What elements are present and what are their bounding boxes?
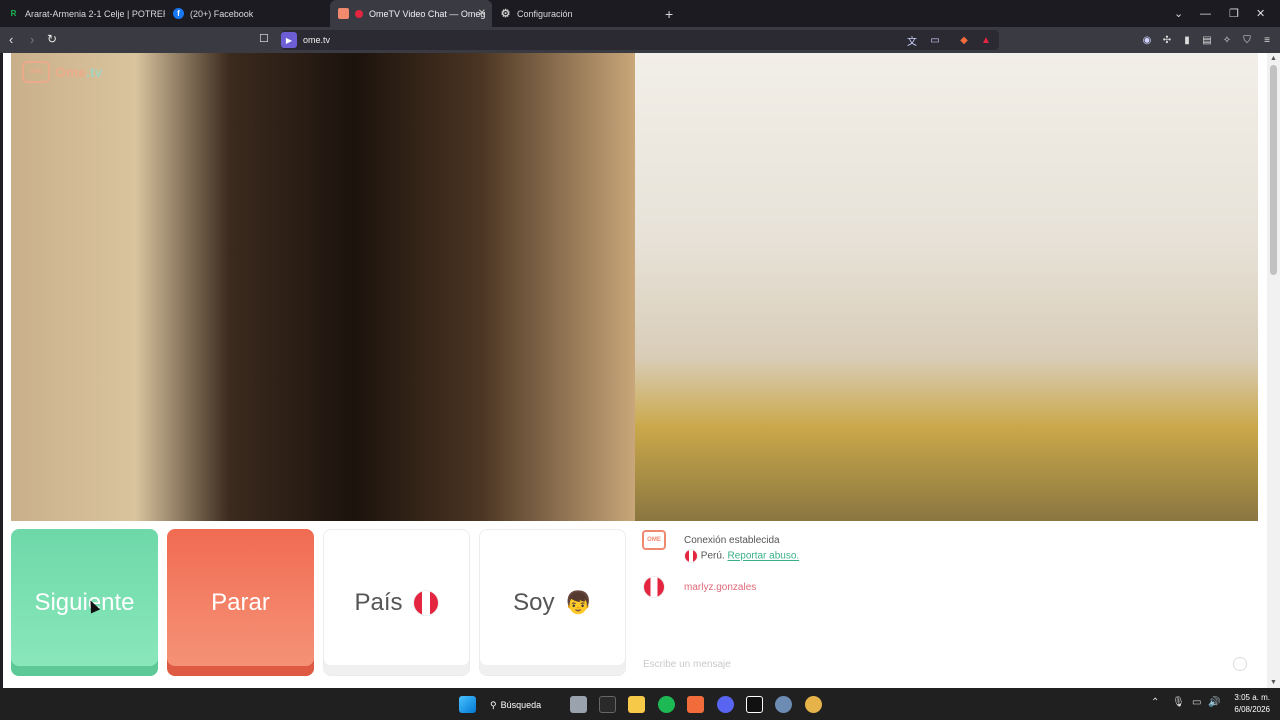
boy-emoji-icon: 👦	[564, 589, 592, 615]
windows-start-icon[interactable]	[459, 696, 476, 713]
address-bar: ‹ › ↻ ☐ ▶ ome.tv	[0, 27, 1280, 53]
tab-settings[interactable]: ⚙ Configuración	[492, 0, 657, 27]
peru-flag-icon	[412, 589, 439, 616]
forward-icon[interactable]: ›	[30, 32, 34, 47]
back-icon[interactable]: ‹	[9, 32, 13, 47]
app-icon[interactable]	[599, 696, 616, 713]
maximize-icon[interactable]: ❐	[1229, 0, 1239, 27]
chat-panel: OME Conexión establecida Perú. Reportar …	[635, 521, 1258, 677]
gear-icon: ⚙	[500, 8, 511, 20]
tab-title: Ararat-Armenia 2-1 Celje | POTRERO	[25, 8, 165, 19]
brave-icon[interactable]	[687, 696, 704, 713]
tray-chevron-icon[interactable]: ⌃	[1151, 697, 1159, 708]
stop-button[interactable]: Parar	[167, 529, 314, 676]
settings-icon[interactable]	[775, 696, 792, 713]
stranger-username: marlyz.gonzales	[684, 582, 757, 593]
tab-facebook[interactable]: f (20+) Facebook	[165, 0, 330, 27]
facebook-icon: f	[173, 8, 184, 19]
potrero-icon: R	[10, 9, 17, 18]
minimize-icon[interactable]: —	[1200, 0, 1211, 27]
ometv-logo[interactable]: OME Ome .tv	[22, 61, 102, 83]
search-label: Búsqueda	[500, 700, 542, 710]
peru-flag-icon	[684, 549, 698, 563]
wallet-sound-icon[interactable]: ◉	[1140, 33, 1154, 47]
wallet-icon[interactable]: ▤	[1200, 33, 1214, 47]
leo-icon[interactable]: ✧	[1220, 33, 1234, 47]
self-video	[635, 53, 1258, 521]
stranger-video	[11, 53, 635, 521]
cast-icon[interactable]: ▭	[928, 33, 942, 47]
stop-label: Parar	[211, 588, 270, 616]
url-field[interactable]: ▶ ome.tv	[281, 30, 999, 50]
tv-icon: OME	[22, 61, 50, 83]
gender-button[interactable]: Soy 👦	[479, 529, 626, 676]
reload-icon[interactable]: ↻	[47, 32, 57, 46]
tab-bar: R Ararat-Armenia 2-1 Celje | POTRERO f (…	[0, 0, 1280, 27]
ometv-icon	[338, 8, 349, 19]
ometv-system-icon: OME	[642, 530, 666, 550]
close-window-icon[interactable]: ✕	[1256, 0, 1265, 27]
search-icon: ⚲	[490, 699, 497, 710]
tab-potrero[interactable]: R Ararat-Armenia 2-1 Celje | POTRERO	[0, 0, 165, 27]
task-view-icon[interactable]	[570, 696, 587, 713]
next-label: Siguiente	[34, 588, 135, 616]
volume-icon[interactable]: 🔊	[1208, 697, 1220, 708]
translate-icon[interactable]: 文	[905, 33, 919, 48]
discord-icon[interactable]	[717, 696, 734, 713]
scrollbar-thumb[interactable]	[1270, 65, 1277, 275]
menu-icon[interactable]: ≡	[1260, 33, 1274, 47]
stranger-flag-icon	[643, 576, 665, 598]
camera-icon: ▶	[281, 32, 297, 48]
brave-shield-icon[interactable]: ◆	[957, 33, 971, 47]
clock-date: 6/08/2026	[1234, 705, 1270, 714]
scrollbar[interactable]: ▲ ▼	[1267, 53, 1280, 688]
url-text: ome.tv	[303, 35, 331, 45]
connection-message: Conexión establecida	[684, 535, 780, 546]
vpn-icon[interactable]: ⛉	[1240, 33, 1254, 47]
tab-title: OmeTV Video Chat — Omeg	[369, 8, 486, 19]
tab-title: (20+) Facebook	[190, 8, 254, 19]
epic-games-icon[interactable]	[746, 696, 763, 713]
spotify-icon[interactable]	[658, 696, 675, 713]
country-message: Perú. Reportar abuso.	[684, 549, 799, 563]
emoji-icon[interactable]	[1233, 657, 1247, 671]
network-icon[interactable]: ▭	[1192, 697, 1201, 708]
system-clock[interactable]: 3:05 a. m. 6/08/2026	[1234, 692, 1270, 716]
country-button[interactable]: País	[323, 529, 470, 676]
close-tab-icon[interactable]: ✕	[478, 8, 486, 19]
tab-title: Configuración	[517, 8, 573, 19]
message-input[interactable]: Escribe un mensaje	[643, 659, 731, 670]
recording-icon	[355, 9, 363, 18]
country-text: Perú.	[700, 550, 725, 562]
logo-suffix: .tv	[86, 64, 103, 80]
new-tab-button[interactable]: +	[657, 0, 687, 27]
next-button[interactable]: Siguiente	[11, 529, 158, 676]
clock-time: 3:05 a. m.	[1234, 693, 1270, 702]
rewards-icon[interactable]: ▲	[979, 33, 993, 47]
microphone-icon[interactable]: 🎙	[1172, 697, 1185, 708]
logo-text: Ome	[55, 64, 87, 80]
sidebar-icon[interactable]: ▮	[1180, 33, 1194, 47]
search-button[interactable]: ⚲ Búsqueda	[490, 696, 554, 714]
bookmark-icon[interactable]: ☐	[259, 32, 269, 45]
report-abuse-link[interactable]: Reportar abuso.	[727, 551, 799, 562]
tab-list-icon[interactable]: ⌄	[1174, 0, 1183, 27]
obs-icon[interactable]	[805, 696, 822, 713]
file-explorer-icon[interactable]	[628, 696, 645, 713]
gender-label: Soy	[513, 588, 555, 616]
tab-ometv[interactable]: OmeTV Video Chat — Omeg ✕	[330, 0, 492, 27]
extensions-icon[interactable]: ✣	[1160, 33, 1174, 47]
country-label: País	[354, 588, 403, 616]
